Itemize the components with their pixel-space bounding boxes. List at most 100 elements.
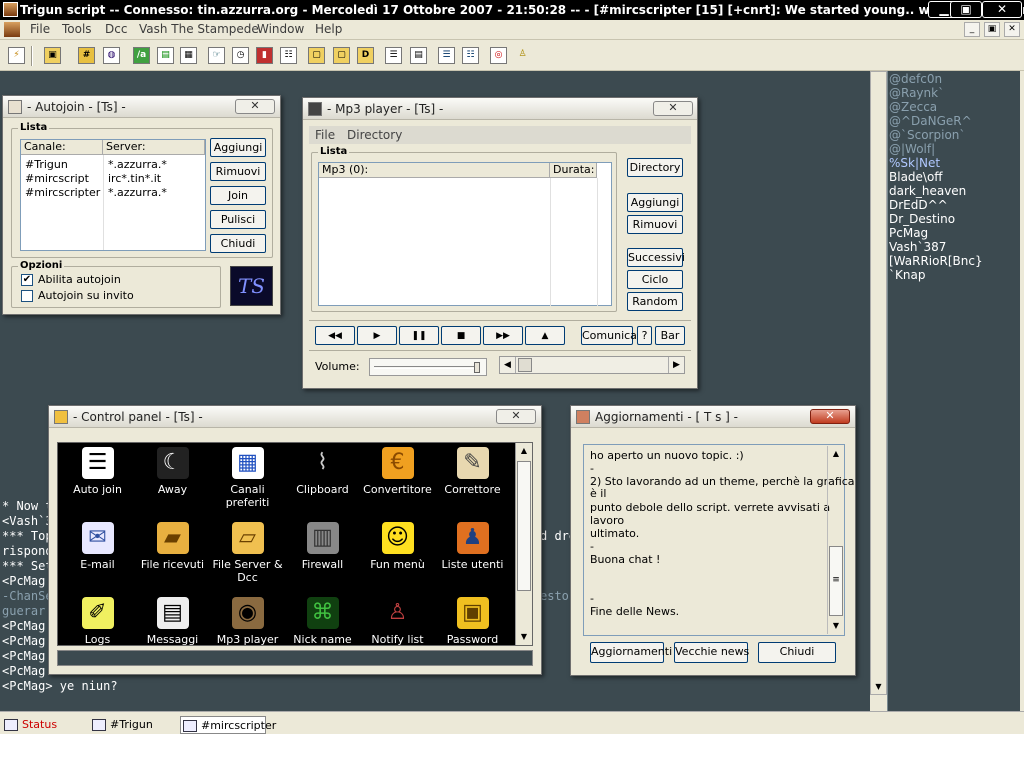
help-button[interactable]: ?	[637, 326, 652, 345]
tile-icon[interactable]: ☰	[438, 47, 455, 64]
menu-tools[interactable]: Tools	[62, 22, 92, 36]
add-button[interactable]: Aggiungi	[627, 193, 683, 212]
control-panel-item[interactable]: ▱ File Server & Dcc	[210, 522, 285, 584]
enable-autojoin-checkbox[interactable]: ✔	[21, 274, 33, 286]
script-icon[interactable]: /a	[133, 47, 150, 64]
row-server[interactable]: irc*.tin*.it	[108, 172, 161, 185]
row-channel[interactable]: #mircscripter	[25, 186, 100, 199]
control-panel-item[interactable]: ▥ Firewall	[285, 522, 360, 571]
about-icon[interactable]: ♙	[514, 47, 531, 64]
random-button[interactable]: Random	[627, 292, 683, 311]
row-channel[interactable]: #mircscript	[25, 172, 89, 185]
row-server[interactable]: *.azzurra.*	[108, 186, 167, 199]
comunica-button[interactable]: Comunica	[581, 326, 637, 345]
options-icon[interactable]: ▣	[44, 47, 61, 64]
maximize-button[interactable]: ▣	[950, 1, 982, 18]
play-button[interactable]: ▶	[357, 326, 397, 345]
mdi-child-icon[interactable]	[4, 22, 20, 37]
control-panel-item[interactable]: ▦ Canali preferiti	[210, 447, 285, 509]
mdi-restore-button[interactable]: ▣	[984, 22, 1000, 37]
scroll-thumb[interactable]	[517, 461, 531, 591]
close-icon[interactable]: ✕	[235, 99, 275, 114]
directory-button[interactable]: Directory	[627, 158, 683, 177]
control-panel-item[interactable]: ▤ Messaggi	[135, 597, 210, 646]
nick-item[interactable]: @`Scorpion`	[889, 128, 965, 142]
nick-item[interactable]: [WaRRioR[Bnc}	[889, 254, 983, 268]
nick-item[interactable]: @defc0n	[889, 72, 942, 86]
forward-button[interactable]: ▶▶	[483, 326, 523, 345]
scroll-left-arrow[interactable]: ◀	[500, 357, 516, 373]
address-book-icon[interactable]: ☷	[280, 47, 297, 64]
control-panel-item[interactable]: ⌘ Nick name	[285, 597, 360, 646]
control-panel-item[interactable]: ▣ Password	[435, 597, 510, 646]
colors-icon[interactable]: ▮	[256, 47, 273, 64]
menu-help[interactable]: Help	[315, 22, 342, 36]
news-scrollbar[interactable]: ▲ ≡ ▼	[827, 446, 844, 634]
clear-button[interactable]: Pulisci	[210, 210, 266, 229]
control-panel-item[interactable]: ☺ Fun menù	[360, 522, 435, 571]
column-header-track[interactable]: Mp3 (0):	[319, 163, 550, 178]
scroll-thumb[interactable]: ≡	[829, 546, 843, 616]
nick-item[interactable]: dark_heaven	[889, 184, 966, 198]
position-thumb[interactable]	[518, 358, 532, 372]
loop-button[interactable]: Ciclo	[627, 270, 683, 289]
volume-slider[interactable]	[369, 358, 487, 376]
list-icon[interactable]: ☰	[385, 47, 402, 64]
cascade-icon[interactable]: ☷	[462, 47, 479, 64]
position-scrollbar[interactable]: ◀ ▶	[499, 356, 685, 374]
remove-button[interactable]: Rimuovi	[627, 215, 683, 234]
dcc-icon[interactable]: D	[357, 47, 374, 64]
old-news-button[interactable]: Vecchie news	[674, 642, 749, 663]
next-button[interactable]: Successivi	[627, 248, 685, 267]
control-panel-item[interactable]: ♙ Notify list	[360, 597, 435, 646]
connect-icon[interactable]: ⚡	[8, 47, 25, 64]
close-button[interactable]: Chiudi	[210, 234, 266, 253]
channels-icon[interactable]: #	[78, 47, 95, 64]
mp3-playlist[interactable]: Mp3 (0): Durata:	[318, 162, 612, 306]
tab-trigun[interactable]: #Trigun	[90, 716, 172, 734]
scroll-up-arrow[interactable]: ▲	[829, 447, 843, 461]
nick-item[interactable]: DrEdD^^	[889, 198, 948, 212]
control-panel-item[interactable]: ✉ E-mail	[60, 522, 135, 571]
join-button[interactable]: Join	[210, 186, 266, 205]
control-panel-item[interactable]: ◉ Mp3 player	[210, 597, 285, 646]
autojoin-invite-checkbox[interactable]	[21, 290, 33, 302]
close-button[interactable]: Chiudi	[758, 642, 836, 663]
nick-item[interactable]: @Raynk`	[889, 86, 944, 100]
close-icon[interactable]: ✕	[496, 409, 536, 424]
nick-item[interactable]: %Sk|Net	[889, 156, 940, 170]
nick-item[interactable]: @Zecca	[889, 100, 937, 114]
row-server[interactable]: *.azzurra.*	[108, 158, 167, 171]
column-header-channel[interactable]: Canale:	[21, 140, 103, 155]
chat-icon[interactable]: ▤	[157, 47, 174, 64]
pause-button[interactable]: ❚❚	[399, 326, 439, 345]
scroll-down-arrow[interactable]: ▼	[871, 680, 886, 694]
close-icon[interactable]: ✕	[653, 101, 693, 116]
tab-mircscripter[interactable]: #mircscripter	[180, 716, 276, 734]
autojoin-list[interactable]: Canale: Server: #Trigun *.azzurra.* #mir…	[20, 139, 206, 251]
control-panel-item[interactable]: ▰ File ricevuti	[135, 522, 210, 571]
column-header-duration[interactable]: Durata:	[550, 163, 597, 178]
control-panel-item[interactable]: ♟ Liste utenti	[435, 522, 510, 571]
scroll-right-arrow[interactable]: ▶	[668, 357, 684, 373]
updates-button[interactable]: Aggiornamenti	[590, 642, 672, 663]
nick-item[interactable]: @^DaNGeR^	[889, 114, 972, 128]
add-button[interactable]: Aggiungi	[210, 138, 266, 157]
menu-vash[interactable]: Vash The Stampede	[139, 22, 259, 36]
mp3-menu-directory[interactable]: Directory	[347, 128, 402, 142]
menu-window[interactable]: Window	[257, 22, 304, 36]
control-panel-item[interactable]: ⌇ Clipboard	[285, 447, 360, 496]
nick-item[interactable]: Vash`387	[889, 240, 946, 254]
scroll-up-arrow[interactable]: ▲	[517, 444, 531, 458]
globe-icon[interactable]: ◍	[103, 47, 120, 64]
nick-item[interactable]: @|Wolf|	[889, 142, 935, 156]
chat-scrollbar[interactable]: ▼	[870, 71, 887, 695]
timer-icon[interactable]: ◷	[232, 47, 249, 64]
bar-button[interactable]: Bar	[655, 326, 685, 345]
control-panel-item[interactable]: € Convertitore	[360, 447, 435, 496]
scroll-down-arrow[interactable]: ▼	[517, 630, 531, 644]
control-panel-scrollbar[interactable]: ▲ ▼	[515, 443, 532, 645]
text-icon[interactable]: ▤	[410, 47, 427, 64]
scroll-down-arrow[interactable]: ▼	[829, 619, 843, 633]
mdi-minimize-button[interactable]: _	[964, 22, 980, 37]
